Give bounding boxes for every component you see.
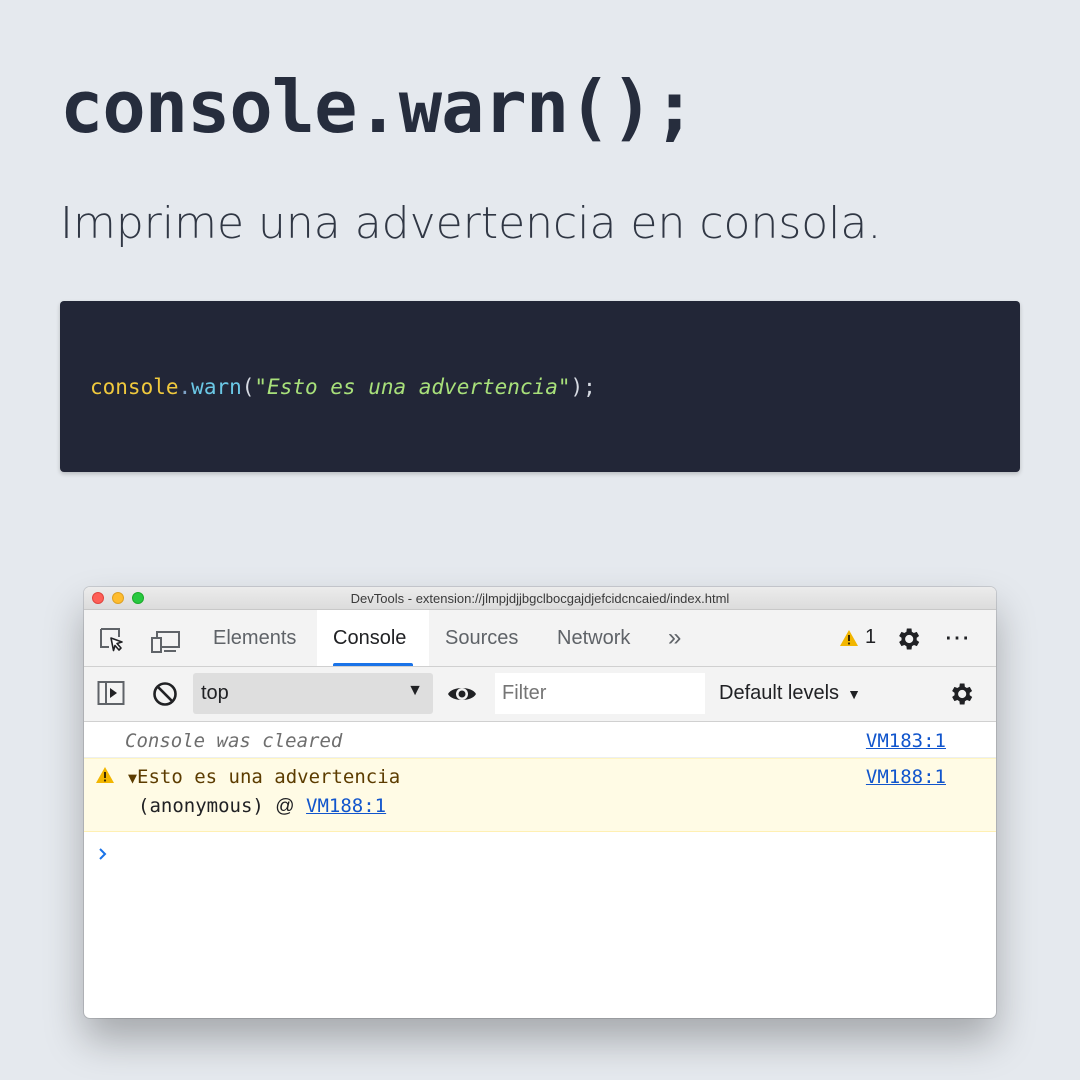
inspect-element-icon[interactable] [98, 626, 126, 654]
page-title: console.warn(); [60, 65, 696, 149]
window-titlebar: DevTools - extension://jlmpjdjjbgclbocga… [84, 587, 996, 610]
expand-triangle-icon[interactable]: ▼ [128, 769, 137, 787]
code-close: ); [570, 374, 596, 399]
warning-icon [840, 629, 858, 646]
window-title: DevTools - extension://jlmpjdjjbgclbocga… [350, 590, 730, 606]
warning-text: Esto es una advertencia [137, 766, 401, 788]
code-open-paren: ( [241, 374, 255, 399]
tab-elements[interactable]: Elements [197, 610, 301, 666]
tab-console[interactable]: Console [317, 610, 429, 666]
warnings-count: 1 [865, 626, 877, 648]
chevron-down-icon: ▼ [407, 682, 423, 699]
source-link[interactable]: VM188:1 [866, 766, 946, 788]
log-levels-dropdown[interactable]: Default levels ▼ [719, 682, 861, 705]
minimize-window-button[interactable] [112, 592, 124, 604]
warning-icon [95, 766, 115, 789]
device-toolbar-icon[interactable] [150, 626, 180, 654]
settings-gear-icon[interactable] [894, 625, 922, 658]
console-settings-gear-icon[interactable] [947, 680, 975, 713]
code-line: console.warn("Esto es una advertencia"); [90, 375, 596, 399]
warning-message[interactable]: ▼Esto es una advertencia [128, 766, 400, 788]
context-selector[interactable]: top ▼ [193, 673, 433, 714]
clear-console-icon[interactable] [152, 681, 178, 712]
code-dot: . [178, 374, 192, 399]
close-window-button[interactable] [92, 592, 104, 604]
context-selector-value: top [201, 682, 229, 704]
console-prompt-row[interactable] [84, 832, 996, 872]
devtools-window: DevTools - extension://jlmpjdjjbgclbocga… [84, 587, 996, 1018]
console-message-cleared: Console was cleared VM183:1 [84, 722, 996, 758]
tab-elements-label: Elements [213, 626, 297, 649]
tab-sources[interactable]: Sources [429, 610, 541, 666]
sidebar-toggle-icon[interactable] [97, 680, 125, 711]
more-options-icon[interactable]: ⋯ [944, 622, 972, 653]
console-cleared-text: Console was cleared [125, 730, 343, 752]
warnings-counter[interactable]: 1 [839, 626, 876, 649]
stack-trace-line: (anonymous) @ VM188:1 [138, 795, 386, 818]
stack-at: @ [275, 796, 295, 817]
devtools-tabbar: Elements Console Sources Network » 1 ⋯ [84, 610, 996, 667]
tab-network-label: Network [557, 626, 631, 649]
code-object: console [90, 374, 179, 399]
log-levels-label: Default levels [719, 682, 840, 704]
console-prompt-chevron-icon [98, 842, 108, 866]
tab-console-label: Console [333, 626, 407, 649]
code-snippet: console.warn("Esto es una advertencia"); [60, 301, 1020, 472]
stack-source-link[interactable]: VM188:1 [306, 795, 386, 817]
chevron-down-icon: ▼ [847, 685, 861, 702]
tab-sources-label: Sources [445, 626, 519, 649]
live-expression-eye-icon[interactable] [447, 683, 477, 710]
tab-network[interactable]: Network [541, 610, 653, 666]
code-string: "Esto es una advertencia" [254, 374, 571, 399]
filter-input[interactable] [495, 673, 705, 714]
code-method: warn [191, 374, 242, 399]
console-output: Console was cleared VM183:1 ▼Esto es una… [84, 722, 996, 872]
stack-function: (anonymous) [138, 795, 264, 817]
source-link[interactable]: VM183:1 [866, 730, 946, 752]
console-message-warning: ▼Esto es una advertencia VM188:1 (anonym… [84, 758, 996, 832]
more-tabs-button[interactable]: » [668, 624, 681, 652]
window-controls [92, 592, 144, 604]
page-subtitle: Imprime una advertencia en consola. [60, 198, 882, 249]
console-toolbar: top ▼ Default levels ▼ [84, 667, 996, 722]
zoom-window-button[interactable] [132, 592, 144, 604]
